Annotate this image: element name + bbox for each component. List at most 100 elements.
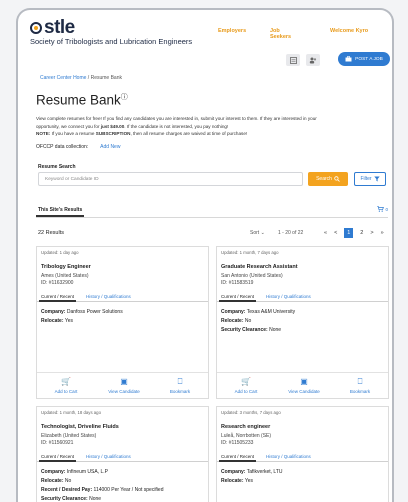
candidate-card: Updated: 1 month, 7 days ago Graduate Re… (216, 246, 389, 399)
next-page-icon[interactable]: > (370, 230, 373, 236)
card-location: Luleå, Norrbotten (SE) (221, 433, 272, 439)
note-label: NOTE: (36, 131, 51, 136)
card-location: San Antonio (United States) (221, 273, 283, 279)
subscription-text: SUBSCRIPTION (95, 131, 131, 136)
filter-button-label: Filter (360, 176, 372, 182)
search-icon (334, 176, 340, 182)
card-actions: 🛒 Add to Cart ▣ View Candidate ⎕ Bookmark (217, 372, 388, 398)
intro-text: View complete resumes for free! If you f… (36, 116, 317, 136)
card-job-title: Graduate Research Assistant (221, 264, 298, 270)
price-text: just $49.00 (100, 123, 125, 129)
search-input[interactable]: Keyword or Candidate ID (38, 172, 303, 186)
tab-this-site-results[interactable]: This Site's Results (35, 207, 85, 217)
card-tab-history[interactable]: History / Qualifications (86, 294, 131, 299)
cart-indicator[interactable]: 0 (377, 206, 388, 212)
info-icon[interactable]: ⓘ (121, 94, 128, 101)
cart-icon (377, 206, 385, 212)
browser-frame: stle Society of Tribologists and Lubrica… (16, 8, 394, 502)
logo-text: stle (44, 17, 75, 38)
pagination: « < 1 2 > » (324, 228, 384, 238)
add-to-cart-button[interactable]: 🛒 Add to Cart (221, 377, 271, 395)
card-id: ID: #11583519 (221, 280, 254, 286)
card-tabs: Current / Recent History / Qualification… (217, 291, 388, 302)
ofccp-row: OFCCP data collection: Add New (36, 144, 120, 150)
logo-word: stle (30, 17, 192, 38)
cart-icon: 🛒 (241, 377, 251, 386)
card-company: Company: Texas A&M University (221, 309, 296, 315)
card-relocate: Relocate: No (221, 318, 252, 324)
card-job-title: Technologist, Driveline Fluids (41, 424, 119, 430)
ofccp-add-new-link[interactable]: Add New (100, 144, 120, 150)
bookmark-icon: ⎕ (177, 377, 183, 386)
page-2[interactable]: 2 (360, 230, 363, 236)
post-job-label: POST A JOB (355, 56, 383, 62)
nav-welcome-user[interactable]: Welcome Kyro (330, 28, 368, 34)
prev-page-icon[interactable]: < (334, 230, 337, 236)
search-label: Resume Search (38, 164, 76, 170)
card-pay: Recent / Desired Pay: 114000 Per Year / … (41, 487, 164, 493)
post-a-job-button[interactable]: POST A JOB (338, 52, 390, 66)
card-id: ID: #11505233 (221, 440, 254, 446)
card-tab-history[interactable]: History / Qualifications (266, 294, 311, 299)
cart-count: 0 (385, 206, 388, 212)
card-company: Company: Danfoss Power Solutions (41, 309, 123, 315)
card-tab-history[interactable]: History / Qualifications (86, 454, 131, 459)
id-card-icon: ▣ (120, 377, 128, 386)
post-job-icon (345, 56, 352, 62)
card-tab-current[interactable]: Current / Recent (38, 454, 77, 462)
last-page-icon[interactable]: » (381, 230, 384, 236)
header-icons (286, 54, 320, 66)
filter-icon (373, 176, 380, 182)
users-icon[interactable] (306, 54, 320, 66)
card-tabs: Current / Recent History / Qualification… (217, 451, 388, 462)
card-tab-history[interactable]: History / Qualifications (266, 454, 311, 459)
logo-subtitle: Society of Tribologists and Lubrication … (30, 37, 193, 46)
bookmark-icon: ⎕ (357, 377, 363, 386)
nav-job-seekers[interactable]: Job Seekers (270, 28, 291, 40)
card-tab-current[interactable]: Current / Recent (218, 454, 257, 462)
card-location: Ames (United States) (41, 273, 89, 279)
results-range: 1 - 20 of 22 (278, 230, 304, 236)
card-id: ID: #11560921 (41, 440, 74, 446)
card-location: Elizabeth (United States) (41, 433, 97, 439)
card-id: ID: #11632900 (41, 280, 74, 286)
candidate-card: Updated: 1 month, 18 days ago Technologi… (36, 406, 209, 502)
card-tabs: Current / Recent History / Qualification… (37, 291, 208, 302)
nav-employers[interactable]: Employers (218, 28, 246, 34)
filter-button[interactable]: Filter (354, 172, 386, 186)
breadcrumb-home[interactable]: Career Center Home (40, 75, 86, 81)
view-candidate-button[interactable]: ▣ View Candidate (99, 377, 149, 395)
card-tabs: Current / Recent History / Qualification… (37, 451, 208, 462)
card-company: Company: Infineum USA, L.P (41, 469, 108, 475)
card-job-title: Research engineer (221, 424, 271, 430)
site-header: stle Society of Tribologists and Lubrica… (18, 10, 392, 68)
search-button-label: Search (316, 176, 332, 182)
card-relocate: Relocate: No (41, 478, 72, 484)
card-relocate: Relocate: Yes (221, 478, 253, 484)
results-toolbar: 22 Results Sort ⌄ 1 - 20 of 22 « < 1 2 >… (38, 228, 386, 240)
search-button[interactable]: Search (308, 172, 348, 186)
site-logo[interactable]: stle Society of Tribologists and Lubrica… (30, 17, 193, 46)
card-updated: Updated: 1 month, 7 days ago (221, 250, 279, 255)
first-page-icon[interactable]: « (324, 230, 327, 236)
sort-dropdown[interactable]: Sort ⌄ (250, 230, 265, 236)
card-updated: Updated: 1 day ago (41, 250, 79, 255)
card-clearance: Security Clearance: None (41, 496, 102, 502)
card-tab-current[interactable]: Current / Recent (218, 294, 257, 302)
card-updated: Updated: 3 months, 7 days ago (221, 410, 281, 415)
card-tab-current[interactable]: Current / Recent (38, 294, 77, 302)
bookmark-button[interactable]: ⎕ Bookmark (155, 377, 205, 395)
page-title-text: Resume Bank (36, 92, 121, 108)
add-to-cart-button[interactable]: 🛒 Add to Cart (41, 377, 91, 395)
breadcrumb-current: Resume Bank (90, 75, 122, 81)
results-tab-row: This Site's Results 0 (35, 206, 388, 218)
cart-icon: 🛒 (61, 377, 71, 386)
card-job-title: Tribology Engineer (41, 264, 91, 270)
view-candidate-button[interactable]: ▣ View Candidate (279, 378, 329, 395)
bookmark-button[interactable]: ⎕ Bookmark (335, 377, 385, 395)
candidate-card: Updated: 3 months, 7 days ago Research e… (216, 406, 389, 502)
card-clearance: Security Clearance: None (221, 327, 282, 333)
page-1[interactable]: 1 (344, 228, 354, 238)
dashboard-icon[interactable] (286, 54, 300, 66)
card-updated: Updated: 1 month, 18 days ago (41, 410, 101, 415)
